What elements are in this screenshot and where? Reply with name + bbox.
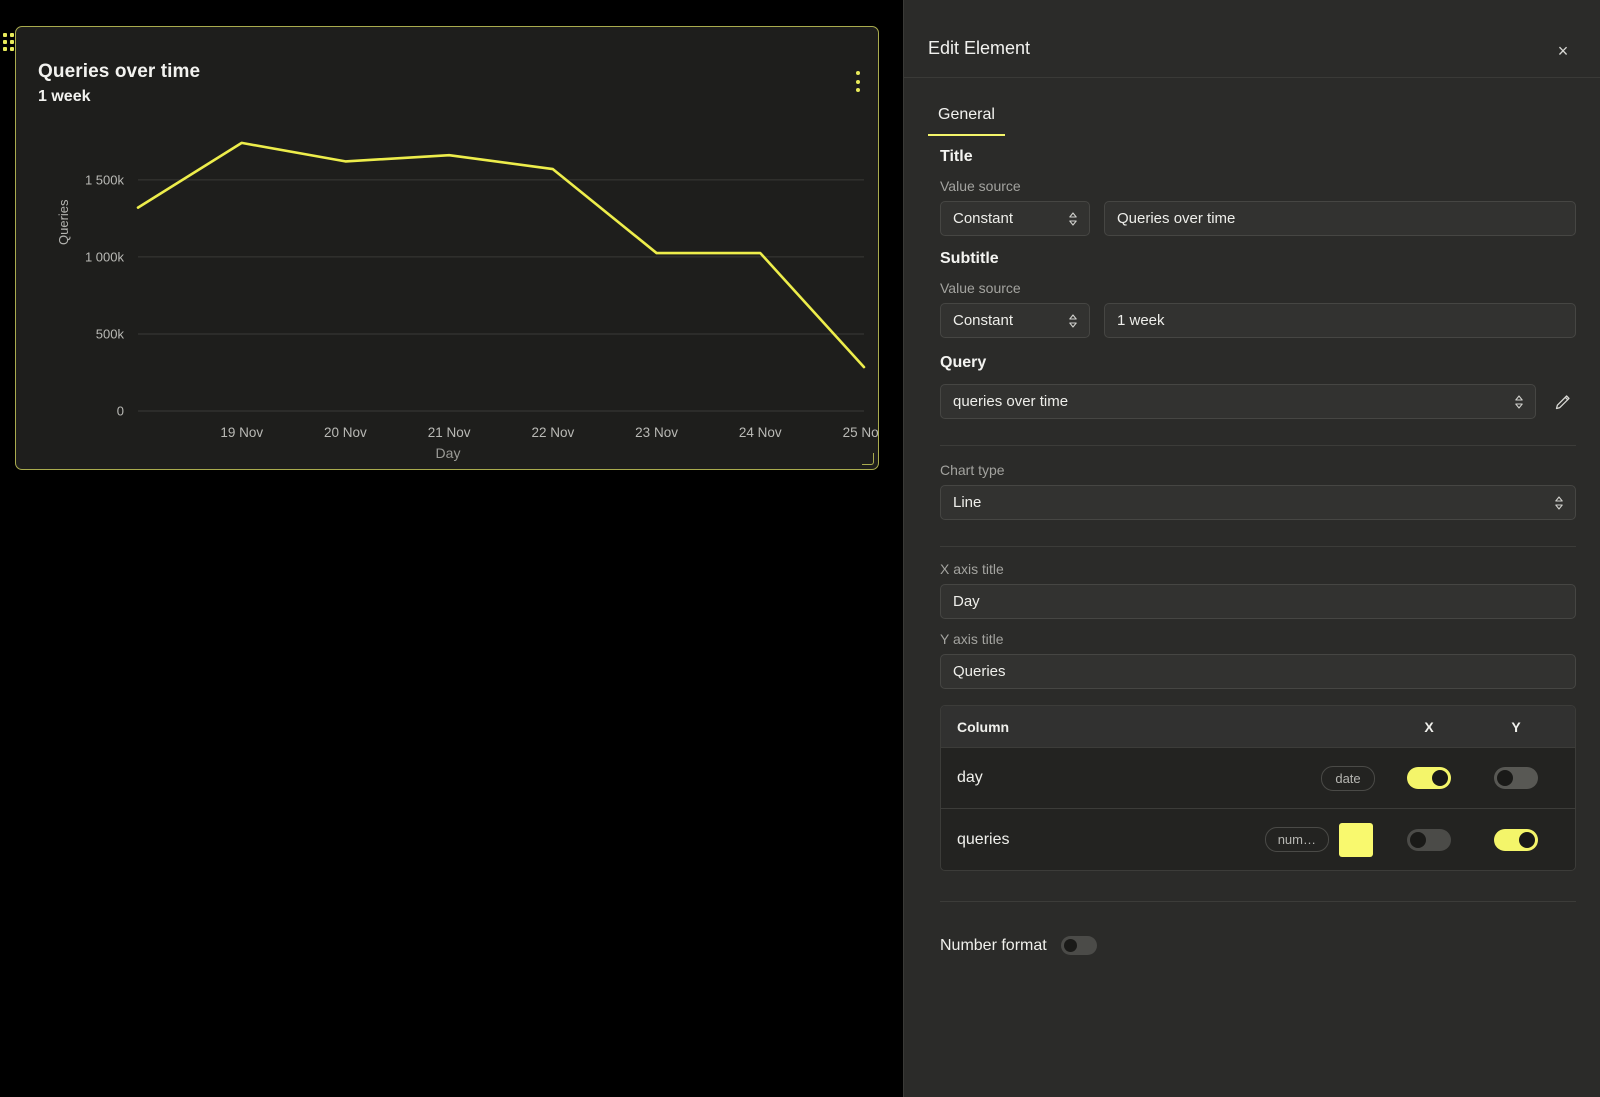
panel-tabs: General [904,78,1600,138]
column-header-name: Column [957,719,1385,735]
chart-card[interactable]: Queries over time 1 week 0 500k 1 000k 1 50… [15,26,879,470]
column-name: queries [957,831,1265,849]
tab-general[interactable]: General [928,106,1005,136]
query-section-heading: Query [940,354,1576,372]
column-header-x: X [1385,719,1473,735]
chart-svg: 0 500k 1 000k 1 500k 19 Nov 20 Nov 21 Nov 22 No… [16,105,879,470]
title-value-source-value: Constant [953,210,1013,227]
chart-type-select[interactable]: Line [940,485,1576,520]
chevron-updown-icon [1068,211,1078,227]
chevron-updown-icon [1514,394,1524,410]
svg-text:1 000k: 1 000k [85,249,125,264]
column-y-toggle-cell [1473,767,1559,789]
column-name: day [957,769,1321,787]
subtitle-text-input[interactable] [1104,303,1576,338]
table-row: queries num… [941,809,1575,870]
column-x-toggle[interactable] [1407,767,1451,789]
query-row: queries over time [940,384,1576,419]
chart-card-title: Queries over time [38,61,200,83]
title-row: Constant [940,201,1576,236]
number-format-row: Number format [940,936,1576,981]
close-icon[interactable]: × [1552,40,1574,62]
panel-form: Title Value source Constant Subtitle Val… [904,148,1600,981]
svg-text:25 Nov: 25 Nov [843,425,879,440]
chart-x-axis-title: Day [16,445,879,461]
column-type-badge: num… [1265,827,1329,852]
svg-text:500k: 500k [96,326,125,341]
table-row: day date [941,748,1575,809]
column-type-badge: date [1321,766,1375,791]
column-y-toggle[interactable] [1494,829,1538,851]
form-divider [940,445,1576,446]
title-text-input[interactable] [1104,201,1576,236]
number-format-toggle[interactable] [1061,936,1097,955]
panel-header: Edit Element × [904,0,1600,78]
panel-title: Edit Element [928,38,1030,59]
dashboard-canvas: Queries over time 1 week 0 500k 1 000k 1 50… [0,0,903,1097]
pencil-icon[interactable] [1550,389,1576,415]
x-axis-title-label: X axis title [940,561,1576,577]
title-value-source-select[interactable]: Constant [940,201,1090,236]
chart-y-axis-title: Queries [56,199,71,245]
subtitle-value-source-label: Value source [940,280,1576,296]
form-divider-3 [940,901,1576,902]
app-root: Queries over time 1 week 0 500k 1 000k 1 50… [0,0,1600,1097]
kebab-menu-icon[interactable] [855,71,860,92]
subtitle-value-source-select[interactable]: Constant [940,303,1090,338]
chevron-updown-icon [1068,313,1078,329]
subtitle-row: Constant [940,303,1576,338]
resize-corner-icon[interactable] [862,453,874,465]
line-chart-plot: 0 500k 1 000k 1 500k 19 Nov 20 Nov 21 Nov 22 No… [16,105,879,470]
edit-element-panel: Edit Element × General Title Value sourc… [903,0,1600,1097]
number-format-label: Number format [940,937,1047,955]
subtitle-value-source-value: Constant [953,312,1013,329]
query-select[interactable]: queries over time [940,384,1536,419]
svg-text:24 Nov: 24 Nov [739,425,782,440]
column-y-toggle-cell [1473,829,1559,851]
svg-text:23 Nov: 23 Nov [635,425,678,440]
chevron-updown-icon [1554,495,1564,511]
svg-text:19 Nov: 19 Nov [220,425,263,440]
y-axis-title-input[interactable] [940,654,1576,689]
title-value-source-label: Value source [940,178,1576,194]
column-header-y: Y [1473,719,1559,735]
query-selected-value: queries over time [953,393,1068,410]
svg-text:0: 0 [117,404,124,419]
column-y-toggle[interactable] [1494,767,1538,789]
form-divider-2 [940,546,1576,547]
chart-type-value: Line [953,494,981,511]
svg-text:1 500k: 1 500k [85,172,125,187]
title-section-heading: Title [940,148,1576,166]
columns-table-header: Column X Y [941,706,1575,748]
svg-text:21 Nov: 21 Nov [428,425,471,440]
column-x-toggle-cell [1385,767,1473,789]
columns-table: Column X Y day date queries num… [940,705,1576,871]
svg-text:20 Nov: 20 Nov [324,425,367,440]
x-axis-title-input[interactable] [940,584,1576,619]
column-x-toggle[interactable] [1407,829,1451,851]
svg-text:22 Nov: 22 Nov [531,425,574,440]
column-color-swatch[interactable] [1339,823,1373,857]
chart-type-label: Chart type [940,462,1576,478]
chart-card-subtitle: 1 week [38,88,90,106]
y-axis-title-label: Y axis title [940,631,1576,647]
column-x-toggle-cell [1385,829,1473,851]
subtitle-section-heading: Subtitle [940,250,1576,268]
